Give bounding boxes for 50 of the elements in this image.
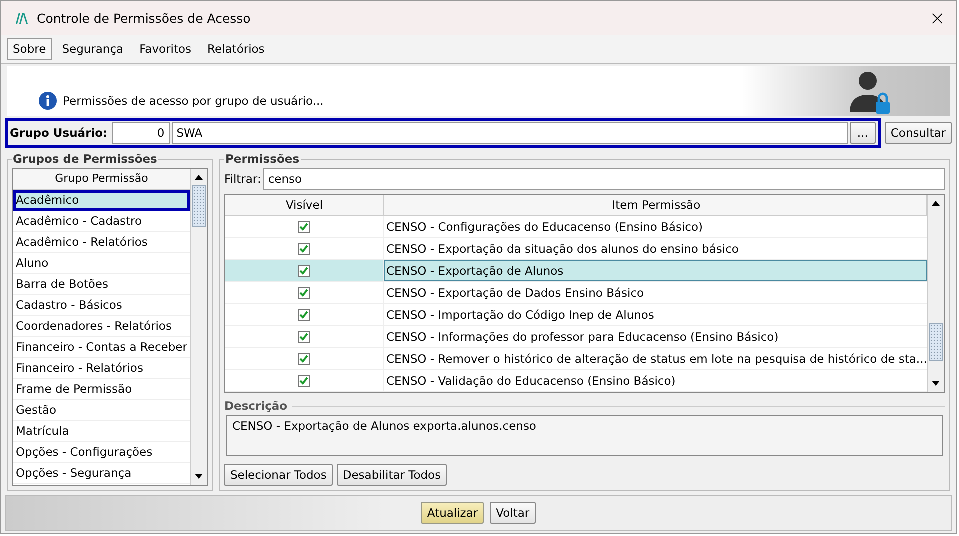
consult-button[interactable]: Consultar	[884, 122, 952, 144]
field-label: Grupo Usuário:	[10, 126, 109, 140]
app-logo-icon	[15, 12, 29, 24]
scrollbar[interactable]	[927, 195, 944, 392]
scroll-up-icon[interactable]	[194, 174, 204, 180]
menu-item[interactable]: Sobre	[7, 38, 52, 60]
action-button[interactable]: Desabilitar Todos	[336, 464, 448, 486]
table-cell[interactable]: CENSO - Configurações do Educacenso (Ensino Básico)	[384, 216, 928, 237]
checkbox[interactable]	[298, 308, 310, 320]
scroll-thumb[interactable]	[929, 323, 944, 362]
table-cell[interactable]: CENSO - Exportação de Dados Ensino Básico	[384, 282, 928, 303]
info-text: Permissões de acesso por grupo de usuário...	[63, 94, 324, 108]
group-name-field[interactable]: SWA	[172, 122, 848, 144]
window-title: Controle de Permissões de Acesso	[37, 10, 252, 26]
update-button[interactable]: Atualizar	[421, 502, 484, 524]
checkbox[interactable]	[298, 264, 310, 276]
group-code-field[interactable]: 0	[112, 122, 170, 144]
close-button[interactable]: ×	[929, 8, 946, 28]
table-cell[interactable]: CENSO - Exportação da situação dos alunos do ensino básico	[384, 238, 928, 259]
table-cell[interactable]: CENSO - Validação do Educacenso (Ensino Básico)	[384, 370, 928, 391]
scroll-up-icon[interactable]	[931, 200, 942, 206]
menu-item[interactable]: Segurança	[56, 38, 130, 60]
panel-title: Permissões	[224, 152, 301, 166]
checkbox[interactable]	[298, 286, 310, 298]
info-icon	[39, 92, 57, 110]
checkbox[interactable]	[298, 352, 310, 364]
filter-label: Filtrar:	[224, 172, 262, 186]
table-cell[interactable]: CENSO - Importação do Código Inep de Alunos	[384, 304, 928, 325]
scroll-down-icon[interactable]	[931, 381, 942, 387]
scrollbar[interactable]	[190, 169, 208, 485]
checkbox[interactable]	[298, 220, 310, 232]
menu-item[interactable]: Favoritos	[134, 38, 198, 60]
menu-item[interactable]: Relatórios	[202, 38, 271, 60]
scroll-thumb[interactable]	[192, 185, 206, 227]
table-cell[interactable]: CENSO - Informações do professor para Educacenso (Ensino Básico)	[384, 326, 928, 347]
group-list-item[interactable]: Acadêmico	[13, 190, 190, 211]
checkbox[interactable]	[298, 374, 310, 386]
scroll-down-icon[interactable]	[194, 474, 204, 480]
filter-field[interactable]: censo	[263, 168, 946, 190]
checkbox[interactable]	[298, 242, 310, 254]
action-button[interactable]: Selecionar Todos	[224, 464, 333, 486]
column-header[interactable]: Visível	[225, 195, 384, 215]
browse-button[interactable]: ...	[850, 122, 876, 144]
back-button[interactable]: Voltar	[490, 502, 536, 524]
table-cell[interactable]: CENSO - Remover o histórico de alteração de status em lote na pesquisa de histórico de sta...	[384, 348, 928, 369]
section-title: Descrição	[224, 399, 288, 413]
checkbox[interactable]	[298, 330, 310, 342]
column-header[interactable]: Grupo Permissão	[13, 169, 190, 190]
panel-title: Grupos de Permissões	[12, 152, 158, 166]
description-field[interactable]: CENSO - Exportação de Alunos exporta.alunos.censo	[226, 415, 944, 456]
